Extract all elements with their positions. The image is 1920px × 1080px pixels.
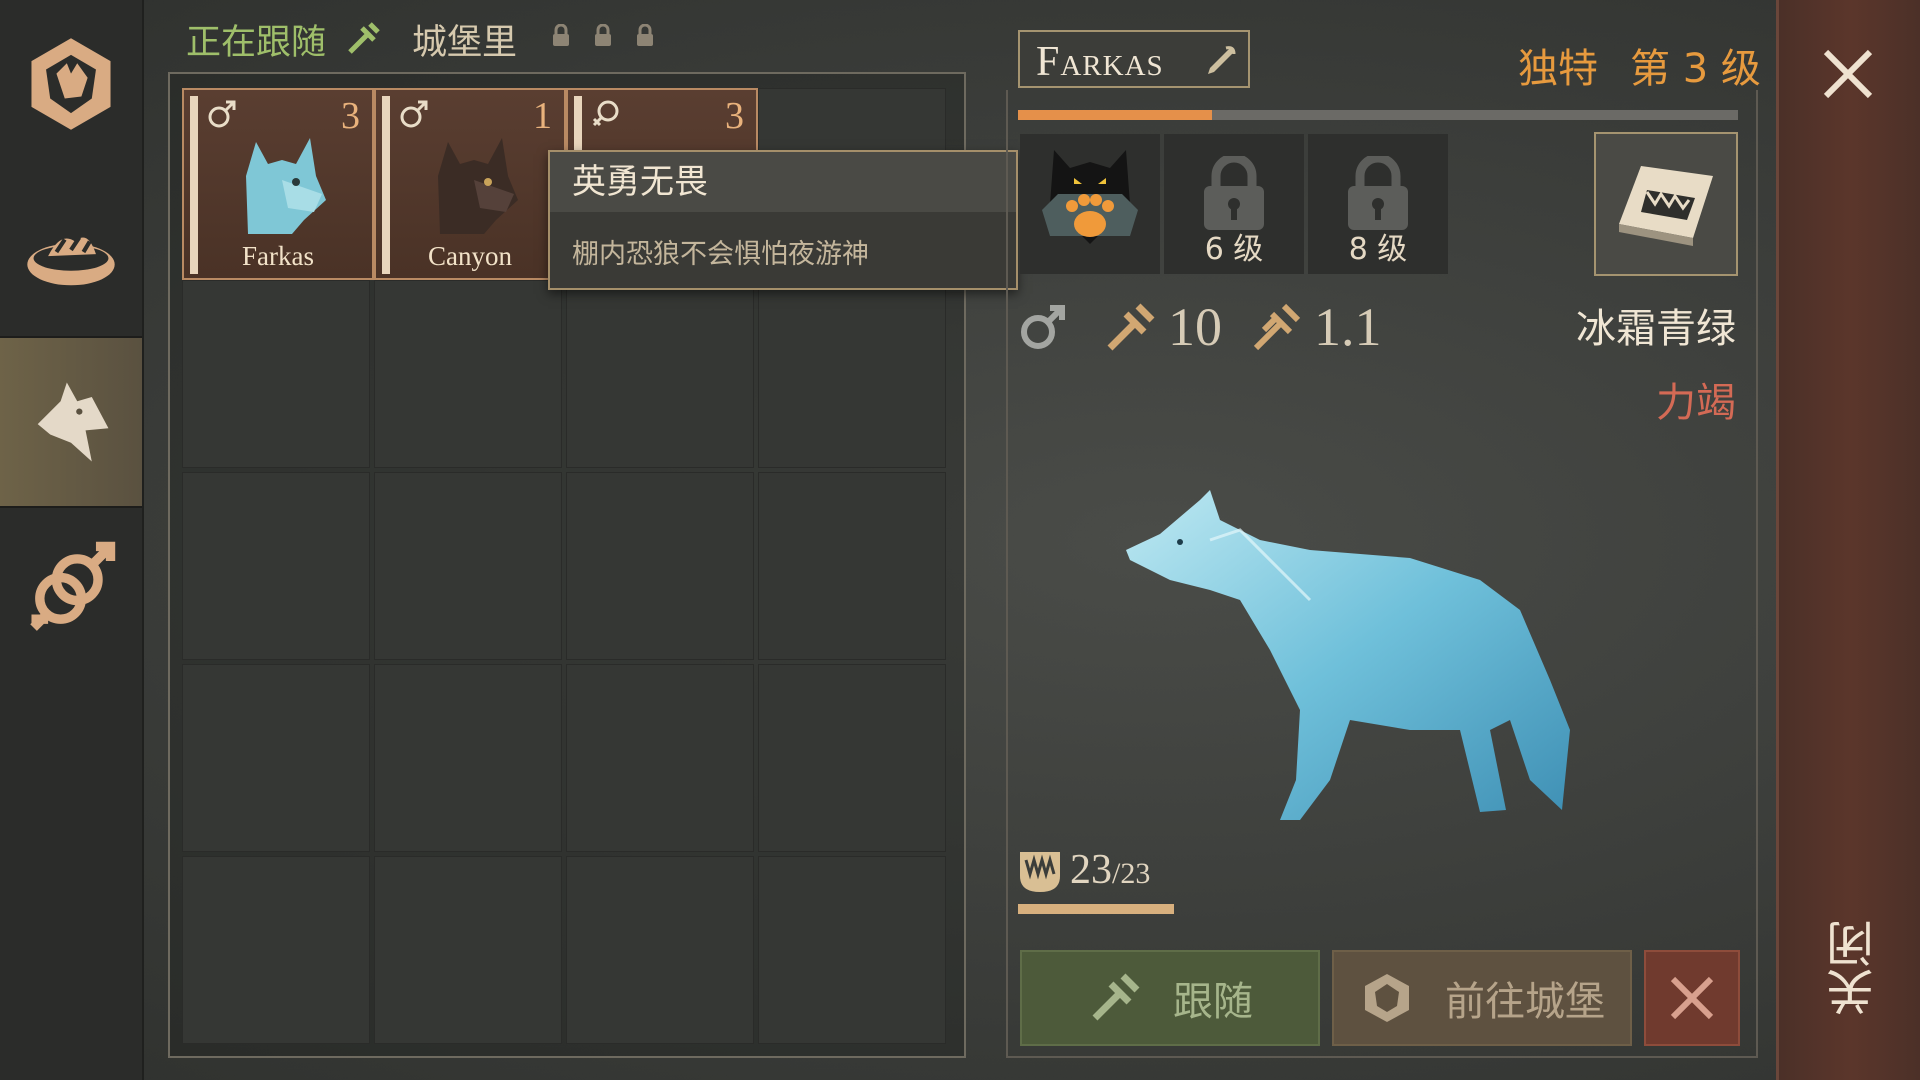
xp-progress-bar xyxy=(1018,110,1738,120)
grid-cell[interactable] xyxy=(374,472,562,660)
attack-claw-icon xyxy=(1107,303,1155,351)
wolf-3d-model xyxy=(1126,490,1570,820)
wolf-rarity: 独特 xyxy=(1518,46,1598,92)
speed-claw-icon xyxy=(1253,303,1301,351)
lock-icon xyxy=(1204,156,1264,230)
grid-cell[interactable] xyxy=(566,856,754,1044)
gender-breeding-icon xyxy=(30,541,116,631)
wolf-portrait-icon xyxy=(438,138,518,234)
wolf-color-name: 冰霜青绿 xyxy=(1576,306,1736,352)
follow-leash-icon xyxy=(348,22,380,54)
grid-cell[interactable] xyxy=(182,472,370,660)
speed-value: 1.1 xyxy=(1314,297,1382,357)
slot-level: 3 xyxy=(341,95,360,137)
male-icon xyxy=(1021,305,1065,349)
wolf-state: 力竭 xyxy=(1656,380,1736,426)
skill-unlock-level: 6 级 xyxy=(1204,232,1264,267)
slot-level: 1 xyxy=(533,95,552,137)
lock-icon xyxy=(595,24,611,46)
skill-unlock-level: 8 级 xyxy=(1348,232,1408,267)
skill-slot-2[interactable]: 6 级 xyxy=(1164,134,1304,274)
follow-button[interactable]: 跟随 xyxy=(1020,950,1320,1046)
close-panel[interactable] xyxy=(1776,0,1920,1080)
edit-pen-icon[interactable] xyxy=(1204,44,1238,78)
hunger-progress-bar xyxy=(1018,904,1174,914)
grid-cell[interactable] xyxy=(758,664,946,852)
grid-cell[interactable] xyxy=(182,280,370,468)
food-bowl-icon xyxy=(27,236,115,286)
grid-cell[interactable] xyxy=(758,472,946,660)
grid-cell[interactable] xyxy=(758,856,946,1044)
attack-value: 10 xyxy=(1168,297,1222,357)
tooltip-title: 英勇无畏 xyxy=(550,152,1016,212)
close-x-icon xyxy=(1670,976,1714,1020)
lock-icon xyxy=(637,24,653,46)
sidebar-item-food[interactable] xyxy=(0,168,142,336)
castle-crest-icon xyxy=(1365,974,1409,1022)
sidebar-item-breeding[interactable] xyxy=(0,504,142,672)
wolf-head-icon xyxy=(37,382,109,462)
wolf-name-box[interactable]: Farkas xyxy=(1018,30,1250,88)
lock-icon xyxy=(1348,156,1408,230)
leash-icon xyxy=(1092,973,1140,1021)
sidebar xyxy=(0,0,144,1080)
sidebar-item-pack[interactable] xyxy=(0,0,142,168)
lock-icon xyxy=(553,24,569,46)
grid-cell[interactable] xyxy=(182,856,370,1044)
wolf-level: 第 3 级 xyxy=(1630,46,1761,92)
paw-skill-icon xyxy=(1042,150,1138,244)
jaw-food-icon xyxy=(1020,852,1060,892)
grid-cell[interactable] xyxy=(758,280,946,468)
hunger-value: 23/23 xyxy=(1070,847,1151,893)
tab-following-label: 正在跟随 xyxy=(186,23,327,63)
tab-castle-label: 城堡里 xyxy=(412,23,518,63)
grid-cell[interactable] xyxy=(374,280,562,468)
grid-cell[interactable] xyxy=(182,664,370,852)
slot-name: Canyon xyxy=(428,241,512,271)
tab-following[interactable]: 正在跟随 xyxy=(186,14,326,65)
follow-button-label: 跟随 xyxy=(1173,979,1253,1025)
wolf-crest-icon xyxy=(31,38,111,130)
female-icon xyxy=(592,100,619,127)
skill-slot-3[interactable]: 8 级 xyxy=(1308,134,1448,274)
sidebar-item-wolves[interactable] xyxy=(0,336,142,508)
xp-progress-fill xyxy=(1018,110,1213,120)
grid-cell[interactable] xyxy=(566,280,754,468)
grid-cell[interactable] xyxy=(566,472,754,660)
skill-slot-1[interactable] xyxy=(1020,134,1160,274)
close-icon[interactable] xyxy=(1820,46,1876,102)
go-castle-button-label: 前往城堡 xyxy=(1445,979,1605,1025)
tab-castle[interactable]: 城堡里 xyxy=(412,14,517,65)
slot-level: 3 xyxy=(725,95,744,137)
bestiary-book-button[interactable] xyxy=(1594,132,1738,276)
grid-cell[interactable] xyxy=(566,664,754,852)
grid-cell[interactable] xyxy=(374,664,562,852)
wolf-slot-farkas[interactable]: 3 Farkas xyxy=(182,88,374,280)
wolf-slot-canyon[interactable]: 1 Canyon xyxy=(374,88,566,280)
slot-name: Farkas xyxy=(242,241,314,271)
book-icon xyxy=(1619,166,1713,246)
trait-tooltip: 英勇无畏 棚内恐狼不会惧怕夜游神 xyxy=(548,150,1018,290)
wolf-portrait-icon xyxy=(246,138,326,234)
go-castle-button[interactable]: 前往城堡 xyxy=(1332,950,1632,1046)
close-label[interactable]: 关闭 xyxy=(1820,920,1883,1016)
grid-cell[interactable] xyxy=(374,856,562,1044)
wolf-name: Farkas xyxy=(1036,39,1164,85)
tooltip-description: 棚内恐狼不会惧怕夜游神 xyxy=(572,239,869,270)
release-button[interactable] xyxy=(1644,950,1740,1046)
